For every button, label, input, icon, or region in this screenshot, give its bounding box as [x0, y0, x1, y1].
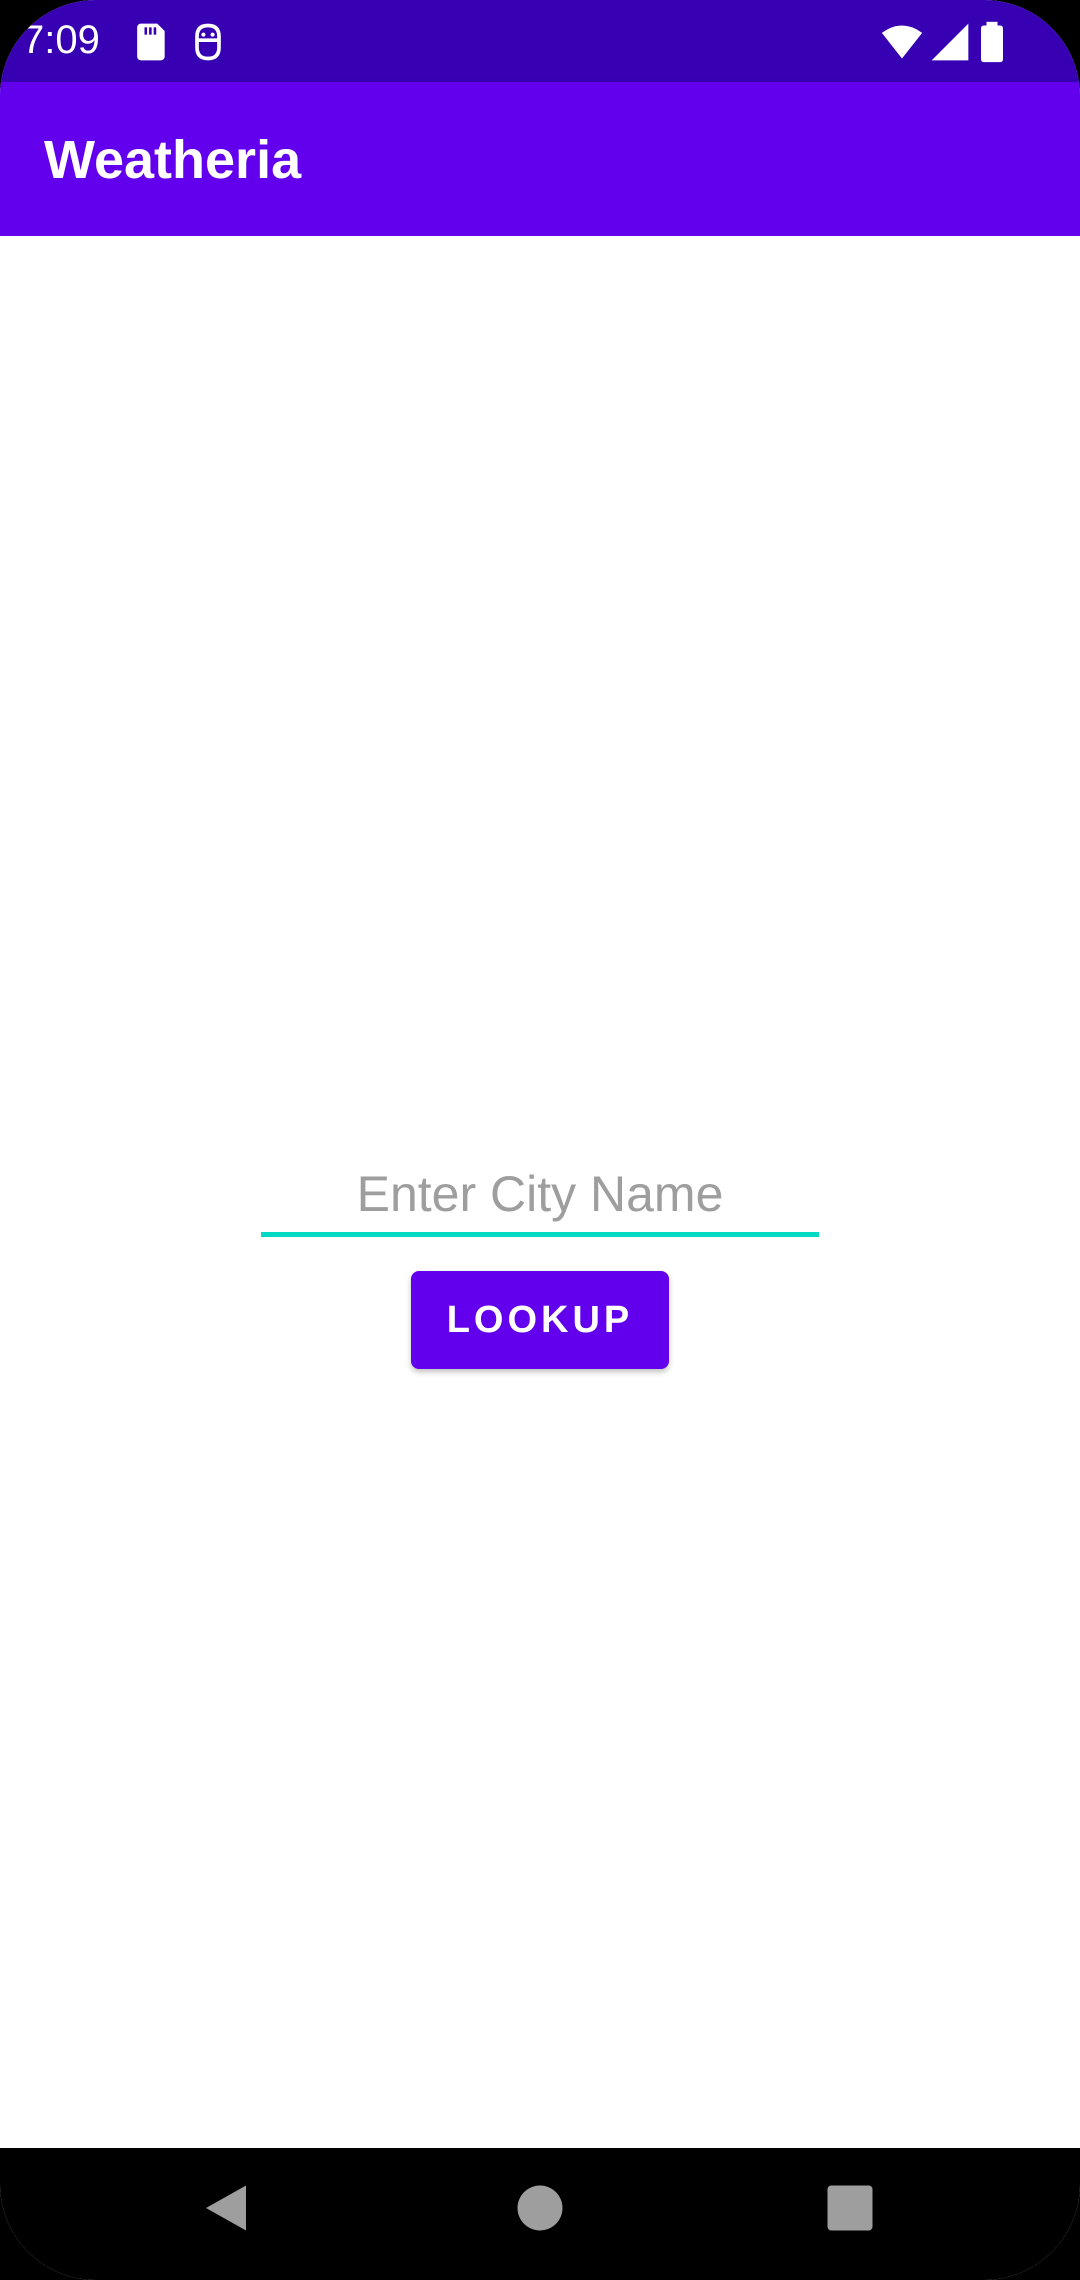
battery-icon [970, 20, 1014, 64]
back-icon[interactable] [196, 2178, 256, 2238]
face-icon [186, 20, 230, 64]
app-bar: Weatheria [0, 82, 1080, 236]
sd-card-icon [128, 20, 172, 64]
status-time: 7:09 [22, 18, 100, 62]
navigation-bar [0, 2148, 1080, 2280]
signal-icon [928, 20, 972, 64]
phone-screen: 7:09 Weatheria Enter City Name LOOKUP [0, 0, 1080, 2280]
main-content: LOOKUP [0, 236, 1080, 2148]
status-bar: 7:09 [0, 0, 1080, 82]
lookup-button[interactable]: LOOKUP [411, 1271, 669, 1369]
city-name-input[interactable] [261, 1155, 819, 1237]
home-icon[interactable] [510, 2178, 570, 2238]
app-title: Weatheria [44, 130, 302, 190]
recents-icon[interactable] [820, 2178, 880, 2238]
wifi-icon [880, 20, 924, 64]
